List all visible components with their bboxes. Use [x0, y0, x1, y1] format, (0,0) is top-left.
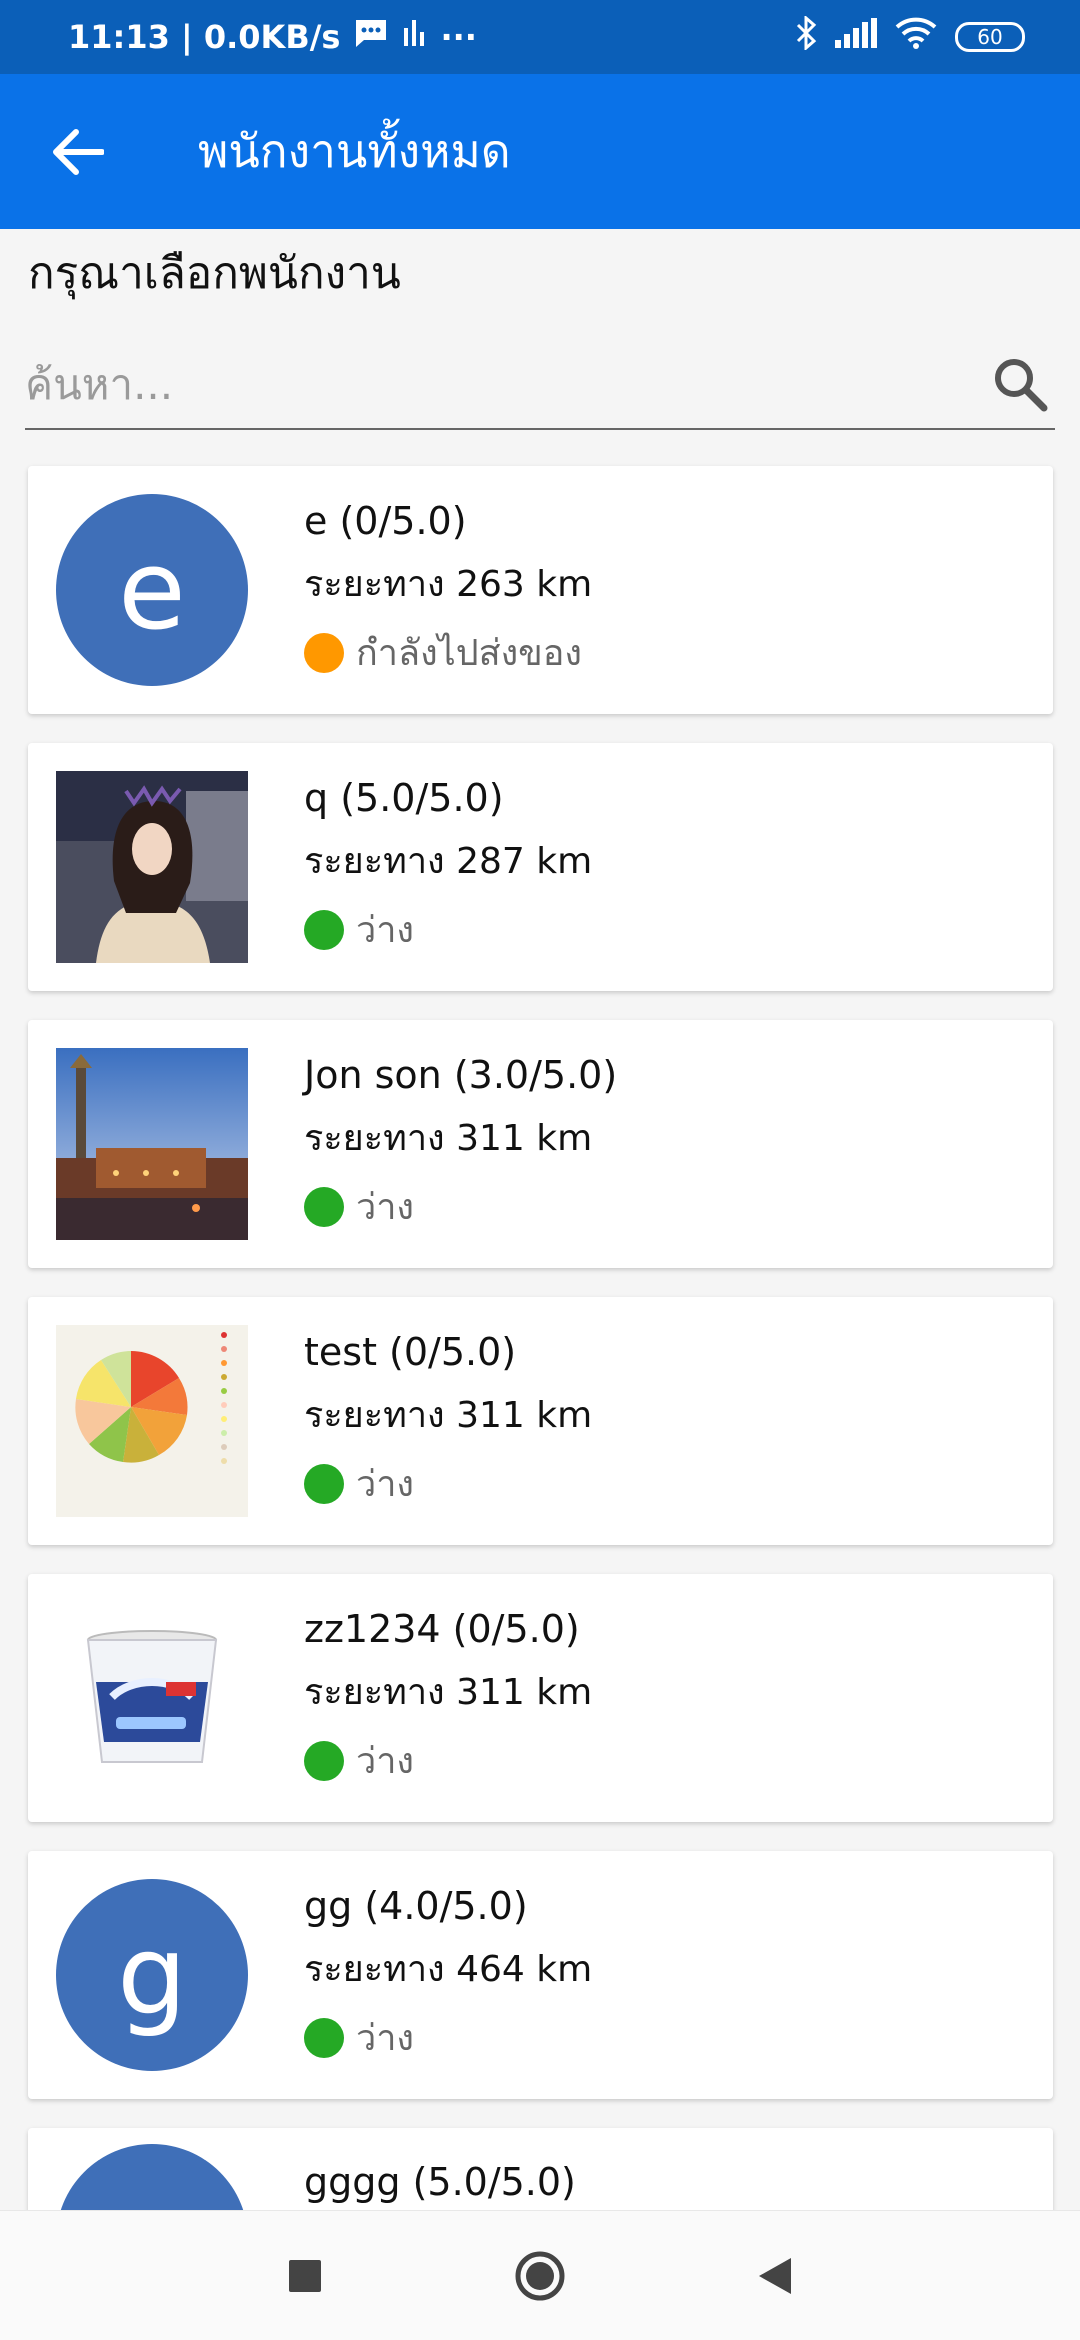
- status-label: ว่าง: [356, 910, 415, 951]
- employee-card[interactable]: zz1234 (0/5.0) ระยะทาง 311 km ว่าง: [28, 1574, 1053, 1822]
- employee-name: Jon son (3.0/5.0): [304, 1053, 618, 1097]
- system-nav-bar: [0, 2210, 1080, 2340]
- employee-card[interactable]: Jon son (3.0/5.0) ระยะทาง 311 km ว่าง: [28, 1020, 1053, 1268]
- employee-info: gggg (5.0/5.0): [304, 2144, 576, 2204]
- status-dot-icon: [304, 1186, 344, 1227]
- employee-distance: ระยะทาง 311 km: [304, 1118, 593, 1159]
- triangle-back-icon: [759, 2257, 791, 2294]
- back-nav-button[interactable]: [745, 2246, 805, 2306]
- employee-name: gggg (5.0/5.0): [304, 2160, 576, 2204]
- employee-distance: ระยะทาง 464 km: [304, 1949, 593, 1990]
- bluetooth-icon: [795, 14, 817, 58]
- status-right: 60: [795, 14, 1025, 58]
- status-label: ว่าง: [356, 1741, 415, 1782]
- app-bar: พนักงานทั้งหมด: [0, 74, 1080, 229]
- employee-distance: ระยะทาง 311 km: [304, 1395, 593, 1436]
- avatar-photo-woman: [56, 771, 248, 963]
- employee-distance: ระยะทาง 311 km: [304, 1672, 593, 1713]
- battery-icon: 60: [955, 22, 1025, 52]
- avatar-photo-cup: [56, 1602, 248, 1794]
- employee-card[interactable]: e e (0/5.0) ระยะทาง 263 km กำลังไปส่งของ: [28, 466, 1053, 714]
- employee-info: zz1234 (0/5.0) ระยะทาง 311 km ว่าง: [304, 1607, 592, 1789]
- wifi-icon: [895, 17, 937, 57]
- status-dot-icon: [304, 1740, 344, 1781]
- status-dot-icon: [304, 2017, 344, 2058]
- employee-status: ว่าง: [304, 1732, 592, 1789]
- status-bar: 11:13 | 0.0KB/s ··· 60: [0, 0, 1080, 74]
- instruction-label: กรุณาเลือกพนักงาน: [28, 248, 401, 299]
- equalizer-icon: [402, 18, 426, 56]
- more-dots-icon: ···: [440, 18, 477, 56]
- employee-name: e (0/5.0): [304, 499, 467, 543]
- employee-name: gg (4.0/5.0): [304, 1884, 528, 1928]
- status-dot-icon: [304, 909, 344, 950]
- status-dot-icon: [304, 1463, 344, 1504]
- employee-name: q (5.0/5.0): [304, 776, 504, 820]
- recents-button[interactable]: [275, 2246, 335, 2306]
- home-button[interactable]: [510, 2246, 570, 2306]
- signal-icon: [835, 18, 877, 56]
- employee-distance: ระยะทาง 287 km: [304, 841, 593, 882]
- status-time: 11:13 | 0.0KB/s: [68, 18, 341, 56]
- employee-card[interactable]: test (0/5.0) ระยะทาง 311 km ว่าง: [28, 1297, 1053, 1545]
- employee-status: กำลังไปส่งของ: [304, 624, 592, 681]
- avatar-photo-city: [56, 1048, 248, 1240]
- avatar: e: [56, 494, 248, 686]
- employee-card[interactable]: q (5.0/5.0) ระยะทาง 287 km ว่าง: [28, 743, 1053, 991]
- back-button[interactable]: [28, 102, 128, 202]
- status-dot-icon: [304, 632, 344, 673]
- employee-distance: ระยะทาง 263 km: [304, 564, 593, 605]
- status-label: ว่าง: [356, 1187, 415, 1228]
- employee-info: gg (4.0/5.0) ระยะทาง 464 km ว่าง: [304, 1884, 592, 2066]
- employee-status: ว่าง: [304, 901, 592, 958]
- employee-info: Jon son (3.0/5.0) ระยะทาง 311 km ว่าง: [304, 1053, 617, 1235]
- search-input[interactable]: [25, 359, 985, 409]
- status-label: กำลังไปส่งของ: [356, 633, 582, 674]
- search-bar: [25, 340, 1055, 430]
- employee-name: zz1234 (0/5.0): [304, 1607, 580, 1651]
- search-icon[interactable]: [985, 349, 1055, 419]
- status-left: 11:13 | 0.0KB/s ···: [68, 18, 477, 56]
- status-label: ว่าง: [356, 2018, 415, 2059]
- circle-icon: [515, 2251, 565, 2300]
- avatar-photo-piechart: [56, 1325, 248, 1517]
- employee-name: test (0/5.0): [304, 1330, 517, 1374]
- square-icon: [289, 2259, 321, 2292]
- employee-card[interactable]: g gg (4.0/5.0) ระยะทาง 464 km ว่าง: [28, 1851, 1053, 2099]
- avatar: g: [56, 1879, 248, 2071]
- employee-status: ว่าง: [304, 1178, 617, 1235]
- employee-info: q (5.0/5.0) ระยะทาง 287 km ว่าง: [304, 776, 592, 958]
- employee-list: e e (0/5.0) ระยะทาง 263 km กำลังไปส่งของ…: [28, 466, 1053, 2340]
- employee-info: test (0/5.0) ระยะทาง 311 km ว่าง: [304, 1330, 592, 1512]
- employee-status: ว่าง: [304, 1455, 592, 1512]
- status-label: ว่าง: [356, 1464, 415, 1505]
- arrow-left-icon: [53, 128, 104, 175]
- employee-status: ว่าง: [304, 2009, 592, 2066]
- page-title: พนักงานทั้งหมด: [198, 124, 511, 178]
- message-icon: [354, 18, 388, 56]
- employee-info: e (0/5.0) ระยะทาง 263 km กำลังไปส่งของ: [304, 499, 592, 681]
